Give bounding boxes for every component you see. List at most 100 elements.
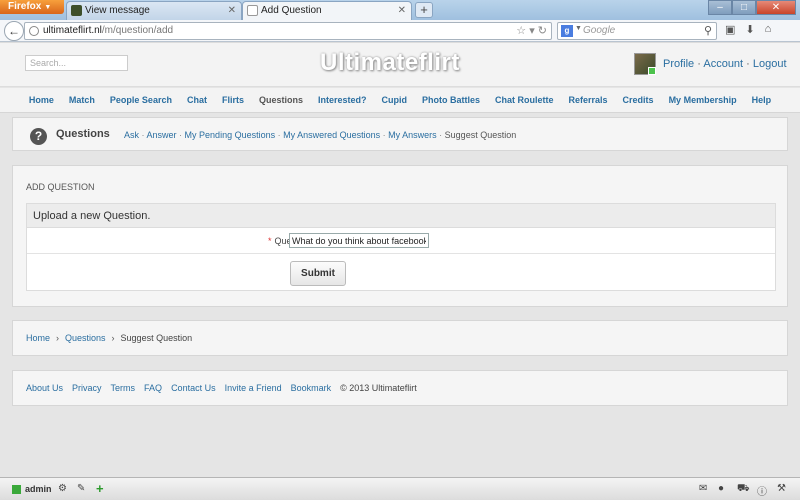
- admin-status-icon: [12, 485, 21, 494]
- subnav-my-answered-questions[interactable]: My Answered Questions: [283, 130, 380, 140]
- nav-credits[interactable]: Credits: [623, 95, 654, 105]
- logout-link[interactable]: Logout: [753, 58, 787, 70]
- footer-contact-us[interactable]: Contact Us: [171, 383, 216, 393]
- info-icon[interactable]: ⓘ: [757, 483, 767, 498]
- url-path: /m/question/add: [101, 25, 174, 36]
- tab-favicon-icon: [71, 5, 82, 16]
- bookmark-star-icon[interactable]: ☆: [516, 25, 526, 37]
- bookmarks-icon[interactable]: ▣: [725, 23, 735, 36]
- form-title: Upload a new Question.: [27, 204, 775, 228]
- edit-icon[interactable]: ✎: [77, 483, 85, 494]
- avatar[interactable]: [634, 53, 656, 75]
- page-title: Questions: [56, 128, 110, 140]
- chevron-down-icon[interactable]: ▼: [575, 25, 582, 32]
- question-row: *Question:: [27, 228, 775, 254]
- nav-help[interactable]: Help: [752, 95, 772, 105]
- browser-search-bar[interactable]: g ▼ Google ⚲: [557, 22, 717, 40]
- dropdown-icon[interactable]: ▾: [529, 25, 535, 37]
- site-logo[interactable]: Ultimateflirt: [320, 49, 460, 77]
- footer-bookmark[interactable]: Bookmark: [291, 383, 332, 393]
- footer: About Us Privacy Terms FAQ Contact Us Invite …: [12, 370, 788, 406]
- tab-label: View message: [85, 5, 150, 16]
- close-window-icon[interactable]: ✕: [756, 0, 796, 15]
- nav-people-search[interactable]: People Search: [110, 95, 172, 105]
- nav-interested[interactable]: Interested?: [318, 95, 367, 105]
- submit-button[interactable]: Submit: [290, 261, 346, 286]
- subnav-current: Suggest Question: [444, 130, 517, 140]
- footer-privacy[interactable]: Privacy: [72, 383, 102, 393]
- tab-close-icon[interactable]: ✕: [398, 2, 406, 19]
- chevron-down-icon: ▼: [44, 4, 52, 11]
- gear-icon[interactable]: ⚙: [58, 483, 67, 494]
- subnav-answer[interactable]: Answer: [147, 130, 177, 140]
- nav-photo-battles[interactable]: Photo Battles: [422, 95, 480, 105]
- new-tab-button[interactable]: +: [415, 2, 433, 18]
- maximize-icon[interactable]: □: [732, 0, 756, 15]
- question-icon: ?: [30, 128, 47, 145]
- web-page: Search... Ultimateflirt Profile · Accoun…: [0, 43, 800, 477]
- footer-terms[interactable]: Terms: [111, 383, 136, 393]
- breadcrumb-questions[interactable]: Questions: [65, 333, 106, 343]
- reload-icon[interactable]: ↻: [538, 25, 547, 37]
- url-host: ultimateflirt.nl: [43, 25, 102, 36]
- back-button[interactable]: ←: [4, 21, 24, 41]
- home-icon[interactable]: ⌂: [765, 23, 772, 36]
- wrench-icon[interactable]: ⚒: [777, 483, 786, 494]
- footer-faq[interactable]: FAQ: [144, 383, 162, 393]
- breadcrumb-separator: ›: [111, 333, 115, 343]
- cart-icon[interactable]: ⛟: [737, 483, 750, 496]
- nav-chat-roulette[interactable]: Chat Roulette: [495, 95, 554, 105]
- copyright: © 2013 Ultimateflirt: [340, 383, 417, 393]
- account-link[interactable]: Account: [703, 58, 743, 70]
- questions-subnav: Ask · Answer · My Pending Questions · My…: [124, 130, 517, 140]
- tab-close-icon[interactable]: ✕: [228, 2, 236, 19]
- window-controls: – □ ✕: [708, 0, 796, 15]
- site-header: Search... Ultimateflirt Profile · Accoun…: [0, 43, 800, 87]
- nav-home[interactable]: Home: [29, 95, 54, 105]
- nav-chat[interactable]: Chat: [187, 95, 207, 105]
- breadcrumb-panel: Home › Questions › Suggest Question: [12, 320, 788, 356]
- breadcrumb-separator: ›: [56, 333, 60, 343]
- site-search-input[interactable]: Search...: [25, 55, 128, 71]
- user-icon[interactable]: ●: [718, 483, 724, 494]
- url-actions: ☆ ▾ ↻: [516, 24, 547, 37]
- nav-cupid[interactable]: Cupid: [382, 95, 408, 105]
- browser-titlebar: Firefox ▼ View message ✕ Add Question ✕ +…: [0, 0, 800, 20]
- subnav-my-answers[interactable]: My Answers: [388, 130, 437, 140]
- questions-header: ? Questions Ask · Answer · My Pending Qu…: [12, 117, 788, 151]
- url-bar[interactable]: ultimateflirt.nl/m/question/add ☆ ▾ ↻: [24, 22, 552, 40]
- add-icon[interactable]: +: [96, 481, 104, 496]
- tab-label: Add Question: [261, 5, 322, 16]
- nav-questions[interactable]: Questions: [259, 95, 303, 105]
- online-status-icon: [648, 67, 656, 75]
- nav-flirts[interactable]: Flirts: [222, 95, 244, 105]
- nav-match[interactable]: Match: [69, 95, 95, 105]
- arrow-left-icon: ←: [8, 24, 20, 38]
- admin-toolbar: admin ⚙ ✎ + ✉ ● ⛟ ⓘ ⚒: [0, 477, 800, 500]
- breadcrumb-home[interactable]: Home: [26, 333, 50, 343]
- profile-link[interactable]: Profile: [663, 58, 694, 70]
- firefox-menu-label: Firefox: [8, 1, 42, 12]
- mail-icon[interactable]: ✉: [699, 483, 707, 494]
- nav-my-membership[interactable]: My Membership: [669, 95, 737, 105]
- url-text: ultimateflirt.nl/m/question/add: [43, 25, 173, 36]
- footer-about-us[interactable]: About Us: [26, 383, 63, 393]
- footer-invite-a-friend[interactable]: Invite a Friend: [225, 383, 282, 393]
- search-icon[interactable]: ⚲: [704, 24, 712, 37]
- admin-user-label[interactable]: admin: [25, 484, 52, 494]
- google-icon[interactable]: g: [561, 25, 573, 37]
- globe-icon: [29, 26, 39, 36]
- footer-links: About Us Privacy Terms FAQ Contact Us Invite …: [26, 383, 417, 393]
- firefox-menu-button[interactable]: Firefox ▼: [0, 0, 64, 14]
- nav-referrals[interactable]: Referrals: [569, 95, 608, 105]
- question-input[interactable]: [289, 233, 429, 248]
- section-heading: ADD QUESTION: [26, 182, 95, 192]
- tab-add-question[interactable]: Add Question ✕: [242, 1, 412, 20]
- subnav-ask[interactable]: Ask: [124, 130, 139, 140]
- tab-view-message[interactable]: View message ✕: [66, 1, 242, 20]
- download-icon[interactable]: ⬇: [745, 23, 754, 36]
- browser-navbar: ← ultimateflirt.nl/m/question/add ☆ ▾ ↻ …: [0, 20, 800, 42]
- required-marker: *: [267, 236, 272, 246]
- subnav-my-pending-questions[interactable]: My Pending Questions: [185, 130, 276, 140]
- minimize-icon[interactable]: –: [708, 0, 732, 15]
